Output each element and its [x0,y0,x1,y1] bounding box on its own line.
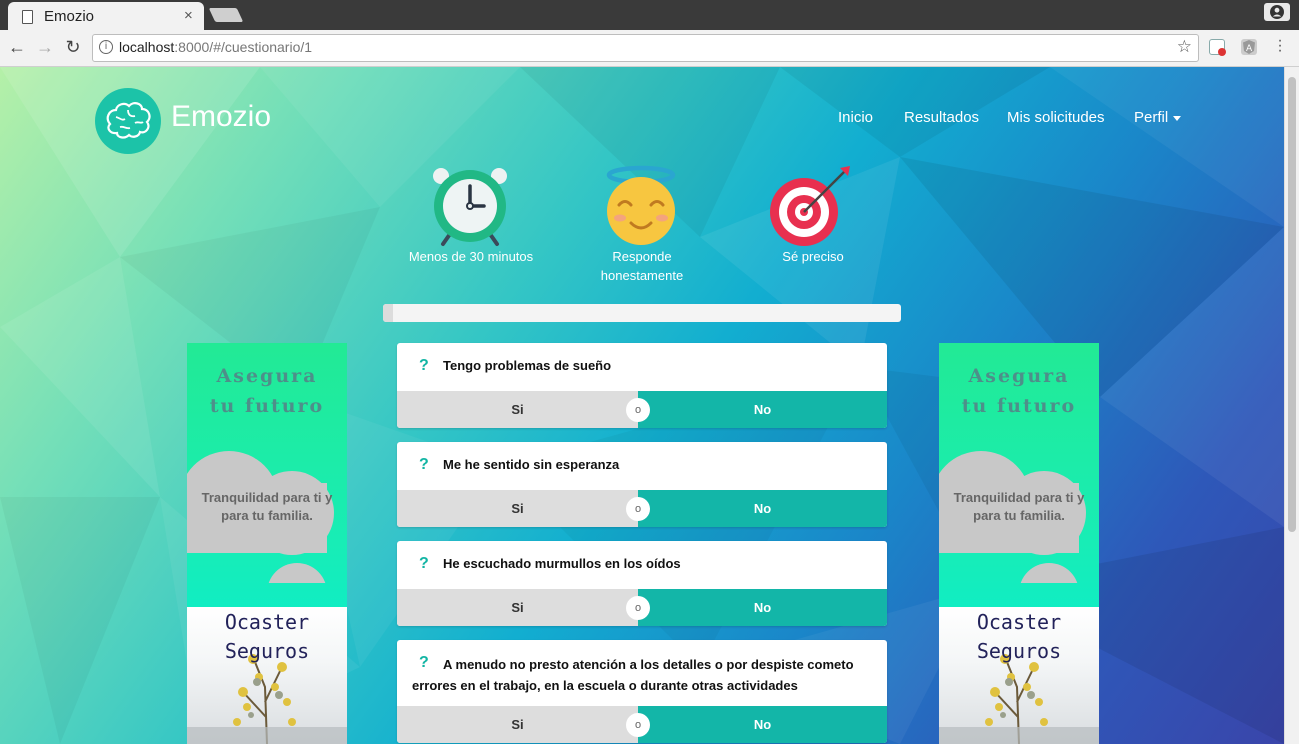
ad-headline-line-2: tu futuro [209,395,325,417]
browser-menu-icon[interactable]: · · · [1276,33,1284,59]
browser-tab[interactable]: Emozio × [8,2,204,30]
answer-no-button[interactable]: No [638,589,887,626]
reload-icon[interactable]: ↻ [62,37,84,58]
brain-logo-icon[interactable] [95,88,161,154]
ad-tagline: Tranquilidad para ti y para tu familia. [201,490,333,523]
brand-name[interactable]: Emozio [171,100,271,134]
ad-brand-line-2: Seguros [224,639,310,663]
question-text: Me he sentido sin esperanza [443,457,620,472]
ad-brand-line-2: Seguros [976,639,1062,663]
question-card: ? He escuchado murmullos en los oídos Si… [397,541,887,626]
answer-row: Si No o [397,706,887,743]
answer-yes-button[interactable]: Si [397,706,638,743]
tab-title: Emozio [44,8,95,25]
answer-no-button[interactable]: No [638,391,887,428]
angular-extension-icon[interactable]: A [1241,39,1257,55]
angel-face-icon [606,165,676,245]
answer-yes-button[interactable]: Si [397,490,638,527]
answer-row: Si No o [397,391,887,428]
scrollbar-thumb[interactable] [1288,77,1296,532]
progress-fill [383,304,394,322]
question-mark-icon: ? [419,357,429,374]
browser-tab-bar: Emozio × [0,0,1299,30]
answer-no-button[interactable]: No [638,490,887,527]
forward-arrow-icon[interactable]: → [34,37,56,58]
or-separator: o [626,713,650,737]
nav-inicio[interactable]: Inicio [838,109,873,126]
ad-banner-right[interactable]: Asegura tu futuro Tranquilidad para ti y … [939,343,1099,744]
question-card: ? A menudo no presto atención a los deta… [397,640,887,743]
back-arrow-icon[interactable]: ← [6,37,28,58]
ad-brand: Ocaster Seguros [187,608,347,666]
tip-label-time: Menos de 30 minutos [408,249,534,264]
svg-text:A: A [1246,44,1253,54]
ad-headline-line-1: Asegura [216,365,318,387]
ad-banner-left[interactable]: Asegura tu futuro Tranquilidad para ti y … [187,343,347,744]
address-bar-row: ← → ↻ i localhost:8000/#/cuestionario/1 … [0,30,1299,67]
url-input[interactable]: i localhost:8000/#/cuestionario/1 ☆ [92,34,1199,62]
answer-row: Si No o [397,490,887,527]
caret-down-icon [1173,115,1182,121]
close-tab-icon[interactable]: × [184,7,193,24]
nav-mis-solicitudes[interactable]: Mis solicitudes [1007,109,1105,126]
url-text: localhost:8000/#/cuestionario/1 [119,39,312,55]
ad-headline-line-1: Asegura [968,365,1070,387]
nav-perfil-label: Perfil [1134,109,1169,126]
ad-headline: Asegura tu futuro [939,361,1099,421]
question-text: Tengo problemas de sueño [443,358,612,373]
question-text: He escuchado murmullos en los oídos [443,556,681,571]
page-scrollbar[interactable] [1284,67,1299,744]
nav-resultados[interactable]: Resultados [904,109,979,126]
url-host: localhost [119,39,175,55]
document-icon [22,10,33,24]
ad-brand: Ocaster Seguros [939,608,1099,666]
or-separator: o [626,596,650,620]
nav-perfil[interactable]: Perfil [1134,109,1182,126]
tip-label-precise: Sé preciso [782,249,844,264]
ad-tagline: Tranquilidad para ti y para tu familia. [953,490,1085,523]
or-separator: o [626,398,650,422]
tip-label-honest: Responde honestamente [600,249,684,283]
ad-brand-line-1: Ocaster [224,610,310,634]
question-mark-icon: ? [419,456,429,473]
ad-headline-line-2: tu futuro [961,395,1077,417]
profile-button[interactable] [1264,3,1290,21]
user-icon [1270,5,1284,19]
extension-icon[interactable] [1209,39,1226,56]
new-tab-button[interactable] [208,8,244,22]
ad-headline: Asegura tu futuro [187,361,347,421]
alarm-clock-icon [433,168,507,246]
target-icon [770,166,850,246]
question-text: A menudo no presto atención a los detall… [412,657,854,693]
answer-yes-button[interactable]: Si [397,589,638,626]
questionnaire-progress-bar [383,304,901,322]
bookmark-star-icon[interactable]: ☆ [1177,37,1192,57]
question-card: ? Me he sentido sin esperanza Si No o [397,442,887,527]
url-path: :8000/#/cuestionario/1 [174,39,313,55]
answer-row: Si No o [397,589,887,626]
page-viewport: Emozio Inicio Resultados Mis solicitudes… [0,67,1284,744]
question-mark-icon: ? [419,555,429,572]
question-card: ? Tengo problemas de sueño Si No o [397,343,887,428]
answer-no-button[interactable]: No [638,706,887,743]
or-separator: o [626,497,650,521]
info-icon[interactable]: i [99,40,113,54]
answer-yes-button[interactable]: Si [397,391,638,428]
ad-brand-line-1: Ocaster [976,610,1062,634]
